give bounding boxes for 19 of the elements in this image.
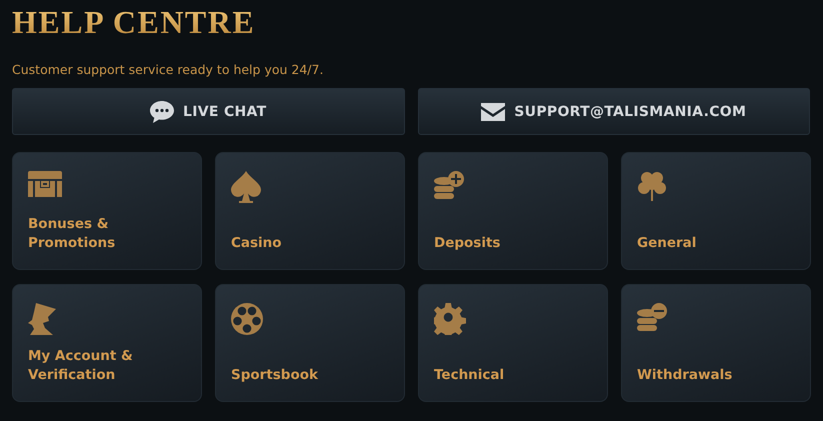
category-card[interactable]: Sportsbook: [215, 284, 405, 402]
category-card[interactable]: Bonuses & Promotions: [12, 152, 202, 270]
category-card[interactable]: My Account & Verification: [12, 284, 202, 402]
gear-icon: [434, 303, 466, 335]
subtitle: Customer support service ready to help you 24/7.: [12, 62, 324, 78]
email-button[interactable]: SUPPORT@TALISMANIA.COM: [418, 88, 810, 135]
category-card[interactable]: Withdrawals: [621, 284, 811, 402]
category-card[interactable]: Technical: [418, 284, 608, 402]
soccer-ball-icon: [231, 303, 263, 335]
envelope-icon: [481, 102, 506, 120]
category-card[interactable]: Deposits: [418, 152, 608, 270]
chat-bubble-icon: [150, 100, 174, 124]
spade-icon: [231, 171, 261, 203]
category-card[interactable]: Casino: [215, 152, 405, 270]
treasure-chest-icon: [28, 171, 62, 197]
live-chat-button[interactable]: LIVE CHAT: [12, 88, 404, 135]
category-card[interactable]: General: [621, 152, 811, 270]
clover-icon: [637, 171, 667, 203]
pharaoh-bust-icon: [28, 303, 56, 335]
